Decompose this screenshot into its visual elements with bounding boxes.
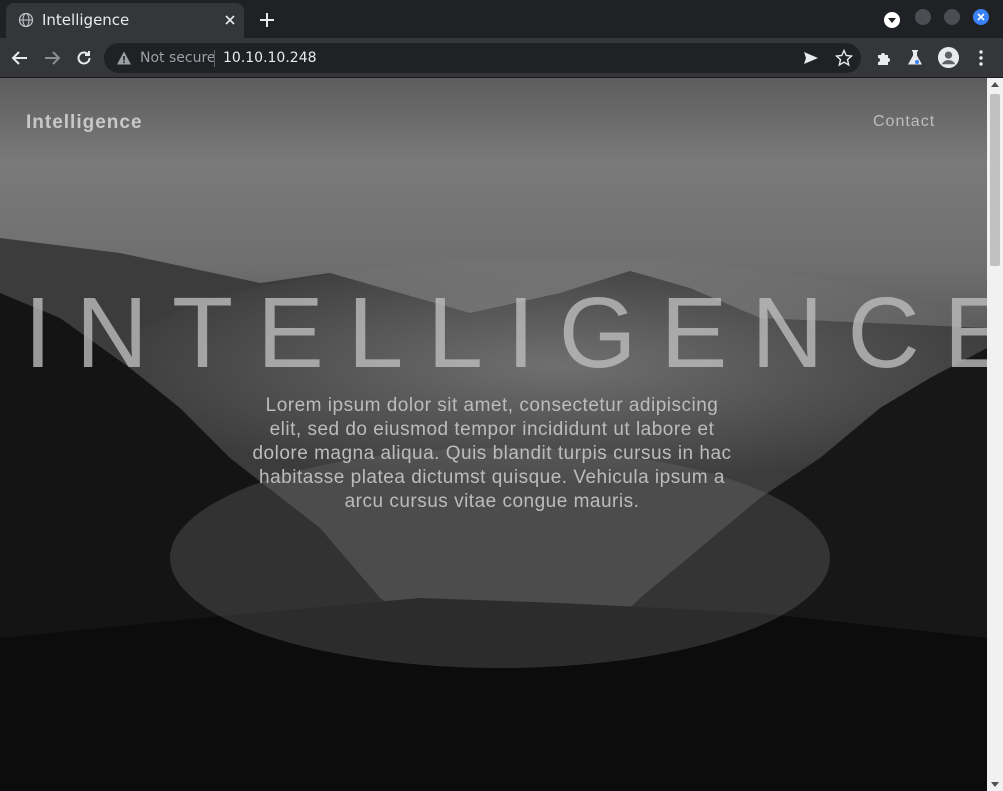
hero-title: INTELLIGENCE (24, 277, 987, 389)
maximize-button[interactable] (944, 9, 960, 25)
page-viewport: Intelligence Contact INTELLIGENCE Lorem … (0, 78, 987, 791)
close-icon (977, 13, 985, 21)
address-separator (214, 50, 215, 67)
extensions-puzzle-icon[interactable] (874, 48, 894, 68)
scroll-thumb[interactable] (990, 94, 1000, 266)
minimize-button[interactable] (915, 9, 931, 25)
url-text[interactable]: 10.10.10.248 (223, 50, 317, 66)
globe-icon (18, 12, 34, 28)
forward-arrow-icon[interactable] (42, 48, 62, 68)
browser-toolbar: Not secure 10.10.10.248 (0, 38, 1003, 78)
profile-avatar-icon[interactable] (937, 46, 960, 69)
menu-kebab-icon[interactable] (971, 48, 991, 68)
scroll-down-arrow-icon[interactable] (991, 782, 999, 787)
address-bar[interactable]: Not secure 10.10.10.248 (104, 43, 861, 73)
tab-title: Intelligence (42, 11, 130, 29)
site-brand[interactable]: Intelligence (26, 112, 143, 134)
tab-search-chevron-icon[interactable] (884, 12, 900, 28)
page-scrollbar[interactable] (987, 78, 1003, 791)
window-close-button[interactable] (973, 9, 989, 25)
reload-icon[interactable] (74, 48, 94, 68)
security-status-label[interactable]: Not secure (140, 50, 216, 66)
close-icon[interactable] (222, 12, 238, 28)
browser-titlebar: Intelligence (0, 0, 1003, 38)
bookmark-star-icon[interactable] (835, 49, 853, 67)
hero-description: Lorem ipsum dolor sit amet, consectetur … (252, 395, 732, 512)
nav-link-contact[interactable]: Contact (873, 113, 935, 131)
scroll-up-arrow-icon[interactable] (991, 82, 999, 87)
back-arrow-icon[interactable] (10, 48, 30, 68)
labs-flask-icon[interactable] (905, 48, 925, 68)
warning-icon[interactable] (116, 50, 132, 66)
browser-tab[interactable]: Intelligence (6, 3, 244, 38)
new-tab-plus-icon[interactable] (258, 11, 276, 29)
send-icon[interactable] (802, 49, 820, 67)
